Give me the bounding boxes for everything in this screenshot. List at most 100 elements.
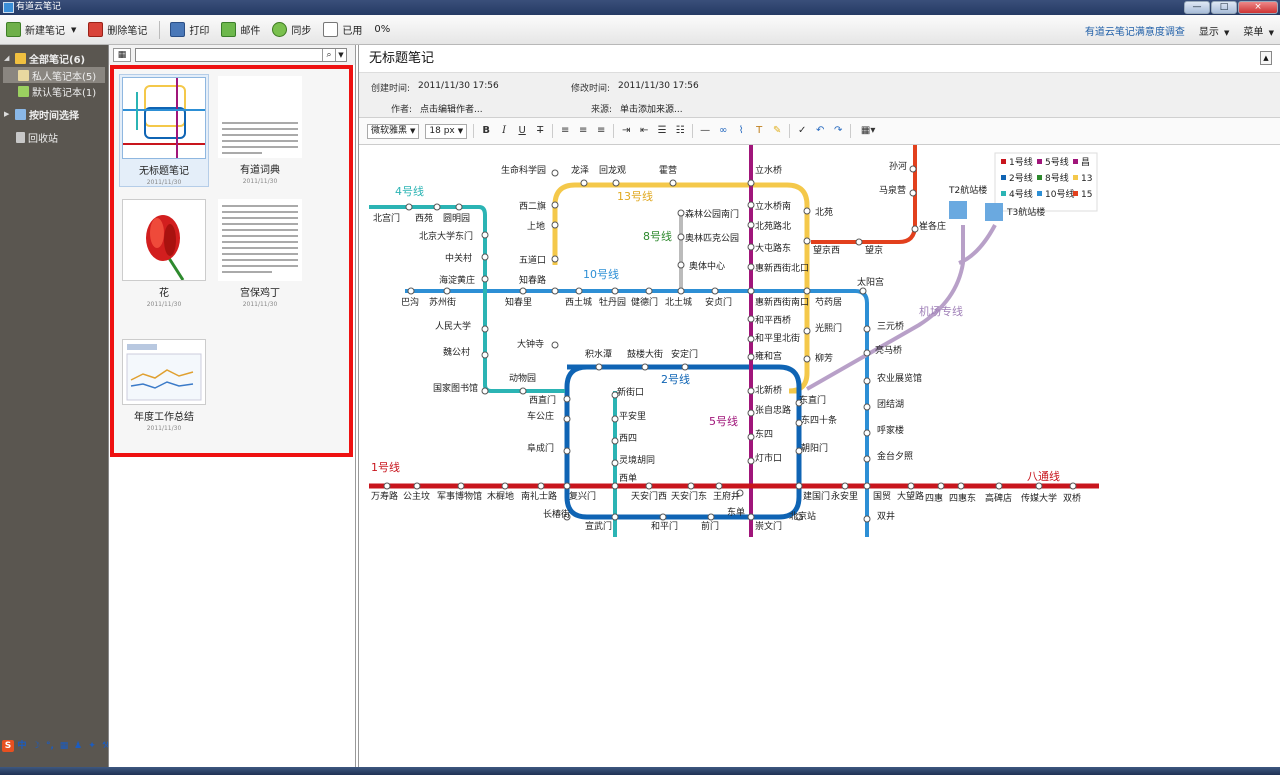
caret-right-icon[interactable]: ▶ (4, 110, 12, 118)
note-card[interactable]: 花 2011/11/30 (119, 199, 209, 308)
line13-label: 13号线 (617, 189, 653, 203)
text-line (222, 128, 298, 130)
chevron-down-icon: ▼ (1224, 28, 1230, 37)
user-icon[interactable]: ♟ (72, 740, 84, 752)
outdent-icon[interactable]: ⇤ (638, 124, 650, 138)
chevron-down-icon: ▼ (410, 126, 416, 135)
main-menu[interactable]: 菜单 ▼ (1243, 23, 1274, 38)
moon-icon[interactable]: ☽ (30, 740, 42, 752)
font-family-select[interactable]: 微软雅黑 ▼ (367, 123, 420, 139)
note-title-field[interactable]: 无标题笔记 ▲ (359, 45, 1280, 73)
numbered-list-icon[interactable]: ☷ (674, 124, 686, 138)
spellcheck-icon[interactable]: ✓ (796, 124, 808, 138)
note-card[interactable]: 有道词典 2011/11/30 (215, 76, 305, 185)
font-color-icon[interactable]: T (753, 124, 765, 138)
legend-label: 2号线 (1009, 172, 1033, 184)
search-icon[interactable]: ⌕ (322, 49, 335, 61)
station-dot (677, 209, 685, 217)
survey-link[interactable]: 有道云笔记满意度调查 (1085, 23, 1185, 38)
maximize-button[interactable]: □ (1211, 1, 1237, 14)
close-button[interactable]: × (1238, 1, 1278, 14)
station-label: 立水桥 (755, 164, 782, 176)
report-chart-thumbnail (126, 344, 202, 401)
new-note-button[interactable]: 新建笔记 ▼ (6, 22, 76, 37)
station-label: 立水桥南 (755, 200, 791, 212)
caret-down-icon[interactable]: ◢ (4, 54, 12, 62)
note-card[interactable]: 年度工作总结 2011/11/30 (119, 339, 209, 432)
strikethrough-icon[interactable]: T (534, 124, 546, 138)
station-dot (551, 255, 559, 263)
font-size-select[interactable]: 18 px ▼ (425, 123, 468, 139)
align-left-icon[interactable]: ≡ (559, 124, 571, 138)
bullet-list-icon[interactable]: ☰ (656, 124, 668, 138)
station-label: 知春路 (519, 274, 546, 286)
station-dot (551, 201, 559, 209)
line1-label: 1号线 (371, 460, 400, 474)
station-dot (659, 513, 667, 521)
tree-by-time[interactable]: ▶ 按时间选择 (0, 105, 108, 123)
station-label: 魏公村 (443, 346, 470, 358)
bold-icon[interactable]: B (480, 124, 492, 138)
tree-private-notebook[interactable]: 私人笔记本(5) (3, 67, 105, 83)
display-menu[interactable]: 显示 ▼ (1199, 23, 1230, 38)
notebook-sidebar: ◢ 全部笔记(6) 私人笔记本(5) 默认笔记本(1) ▶ 按时间选择 回收站 … (0, 45, 110, 767)
station-label: 芍药居 (815, 296, 842, 308)
ime-chinese-icon[interactable]: 中 (16, 740, 28, 752)
station-dot (747, 179, 755, 187)
station-dot (677, 233, 685, 241)
indent-icon[interactable]: ⇥ (620, 124, 632, 138)
tree-trash[interactable]: 回收站 (0, 129, 108, 145)
redo-icon[interactable]: ↷ (832, 124, 844, 138)
note-title: 花 (159, 288, 169, 299)
station-label: 圆明园 (443, 213, 470, 224)
align-right-icon[interactable]: ≡ (595, 124, 607, 138)
scroll-up-button[interactable]: ▲ (1260, 51, 1272, 65)
highlight-icon[interactable]: ✎ (771, 124, 783, 138)
sogou-icon[interactable]: S (2, 739, 14, 752)
attachment-icon[interactable]: ⌇ (735, 124, 747, 138)
folder-icon (15, 52, 26, 64)
note-card[interactable]: 宫保鸡丁 2011/11/30 (215, 199, 305, 308)
station-label: 奥林匹克公园 (685, 232, 739, 244)
legend-label: 10号线 (1045, 188, 1074, 200)
insert-table-icon[interactable]: ▦▾ (857, 124, 879, 138)
source-field[interactable]: 单击添加来源... (620, 102, 683, 115)
tree-default-notebook[interactable]: 默认笔记本(1) (0, 83, 108, 99)
keyboard-icon[interactable]: ▦ (58, 740, 70, 752)
print-button[interactable]: 打印 (170, 22, 209, 37)
station-dot (803, 355, 811, 363)
station-label: 上地 (527, 220, 545, 232)
mail-button[interactable]: 邮件 (221, 22, 260, 37)
station-dot (855, 238, 863, 246)
underline-icon[interactable]: U (516, 124, 528, 138)
italic-icon[interactable]: I (498, 124, 510, 138)
align-center-icon[interactable]: ≡ (577, 124, 589, 138)
minimize-button[interactable]: — (1184, 1, 1210, 14)
station-label: 宣武门 (585, 520, 612, 532)
legend-swatch (1001, 191, 1006, 196)
shirt-icon[interactable]: ✦ (86, 740, 98, 752)
punctuation-icon[interactable]: °, (44, 740, 56, 752)
station-dot (669, 179, 677, 187)
text-line (222, 146, 298, 148)
station-dot (611, 513, 619, 521)
station-dot (681, 363, 689, 371)
new-note-icon (6, 22, 21, 37)
note-card[interactable]: 无标题笔记 2011/11/30 (119, 74, 209, 187)
view-mode-button[interactable]: ▦ (113, 48, 131, 62)
sync-button[interactable]: 同步 (272, 22, 311, 37)
link-icon[interactable]: ∞ (717, 124, 729, 138)
tree-all-notes[interactable]: ◢ 全部笔记(6) (0, 49, 108, 67)
grid-view-icon: ▦ (117, 50, 127, 60)
horizontal-rule-icon[interactable]: — (699, 124, 711, 138)
note-list-panel: ▦ ⌕ ▼ 无标题笔记 2011/11/30 有道词典 2011/11/30 花… (108, 45, 356, 767)
text-line (222, 122, 298, 124)
search-input[interactable] (142, 49, 322, 61)
author-field[interactable]: 点击编辑作者... (420, 102, 483, 115)
chevron-down-icon[interactable]: ▼ (71, 26, 76, 34)
undo-icon[interactable]: ↶ (814, 124, 826, 138)
delete-note-button[interactable]: 删除笔记 (88, 22, 147, 37)
search-dropdown-icon[interactable]: ▼ (335, 49, 346, 61)
legend-label: 4号线 (1009, 188, 1033, 200)
station-dot (551, 221, 559, 229)
